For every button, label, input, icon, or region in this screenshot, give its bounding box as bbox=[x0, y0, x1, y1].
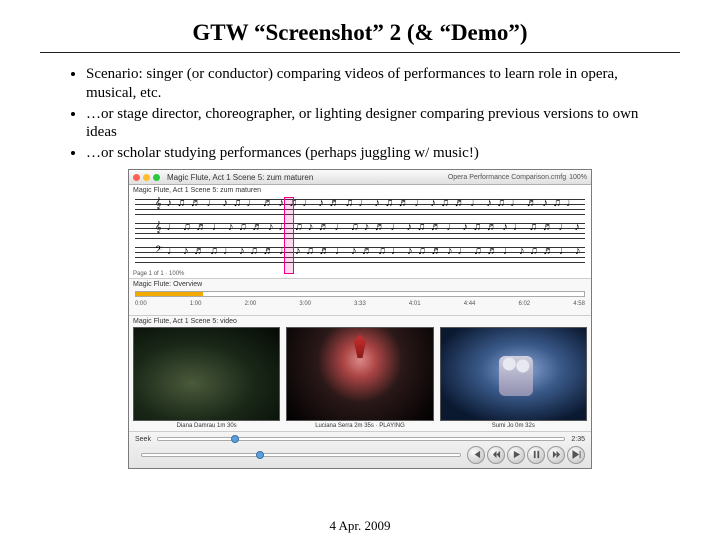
video-thumb[interactable]: Diana Damrau 1m 30s bbox=[133, 327, 280, 430]
seek-slider[interactable] bbox=[157, 437, 565, 441]
rewind-icon bbox=[492, 450, 501, 459]
video-frame bbox=[286, 327, 433, 420]
pause-icon bbox=[532, 450, 541, 459]
music-notes-icon: 𝄞 ♩ ♫ ♬ ♩ ♪ ♫ ♬ ♪ ♩ ♫ ♪ ♬ ♩ ♫ ♪ ♬ ♩ ♪ ♫ … bbox=[155, 221, 581, 245]
rewind-button[interactable] bbox=[487, 446, 505, 464]
tick-label: 3:33 bbox=[354, 301, 366, 311]
overview-panel: Magic Flute: Overview 0:00 1:00 2:00 3:0… bbox=[129, 279, 591, 316]
forward-icon bbox=[552, 450, 561, 459]
seek-time: 2:35 bbox=[571, 436, 585, 443]
score-title: Magic Flute, Act 1 Scene 5: zum maturen bbox=[133, 187, 587, 194]
tick-label: 4:01 bbox=[409, 301, 421, 311]
skip-forward-icon bbox=[572, 450, 581, 459]
window-title: Magic Flute, Act 1 Scene 5: zum maturen bbox=[167, 173, 445, 182]
bullet-item: …or stage director, choreographer, or li… bbox=[86, 105, 680, 143]
score-status: Page 1 of 1 · 100% bbox=[133, 271, 184, 277]
skip-forward-button[interactable] bbox=[567, 446, 585, 464]
video-panel-label: Magic Flute, Act 1 Scene 5: video bbox=[133, 318, 587, 325]
close-icon[interactable] bbox=[133, 174, 140, 181]
video-panel: Magic Flute, Act 1 Scene 5: video Diana … bbox=[129, 316, 591, 431]
video-thumb[interactable]: Luciana Serra 2m 35s · PLAYING bbox=[286, 327, 433, 430]
minimize-icon[interactable] bbox=[143, 174, 150, 181]
video-thumb[interactable]: Sumi Jo 0m 32s bbox=[440, 327, 587, 430]
video-frame bbox=[133, 327, 280, 420]
staff-line: 𝄞 ♩ ♫ ♬ ♩ ♪ ♫ ♬ ♪ ♩ ♫ ♪ ♬ ♩ ♫ ♪ ♬ ♩ ♪ ♫ … bbox=[135, 223, 585, 243]
bullet-list: Scenario: singer (or conductor) comparin… bbox=[40, 65, 680, 163]
transport-controls: Seek 2:35 bbox=[129, 432, 591, 468]
title-rule bbox=[40, 52, 680, 53]
overview-progress[interactable] bbox=[135, 291, 585, 297]
overview-label: Magic Flute: Overview bbox=[133, 281, 587, 288]
music-notes-icon: 𝄢 ♩ ♪ ♬ ♫ ♩ ♪ ♫ ♬ ♩ ♪ ♫ ♬ ♩ ♪ ♬ ♫ ♩ ♪ ♫ … bbox=[155, 245, 581, 269]
seek-slider[interactable] bbox=[141, 453, 461, 457]
overview-progress-fill bbox=[136, 292, 203, 296]
slide-title: GTW “Screenshot” 2 (& “Demo”) bbox=[40, 20, 680, 46]
tick-label: 6:02 bbox=[518, 301, 530, 311]
bullet-item: Scenario: singer (or conductor) comparin… bbox=[86, 65, 680, 103]
video-frame bbox=[440, 327, 587, 420]
video-caption: Diana Damrau 1m 30s bbox=[133, 421, 280, 431]
score-panel: Magic Flute, Act 1 Scene 5: zum maturen … bbox=[129, 185, 591, 279]
video-caption: Luciana Serra 2m 35s · PLAYING bbox=[286, 421, 433, 431]
forward-button[interactable] bbox=[547, 446, 565, 464]
pause-button[interactable] bbox=[527, 446, 545, 464]
skip-back-button[interactable] bbox=[467, 446, 485, 464]
tick-label: 0:00 bbox=[135, 301, 147, 311]
document-badge: Opera Performance Comparison.cmfg bbox=[448, 174, 566, 181]
play-button[interactable] bbox=[507, 446, 525, 464]
tick-label: 4:58 bbox=[573, 301, 585, 311]
window-titlebar: Magic Flute, Act 1 Scene 5: zum maturen … bbox=[129, 170, 591, 186]
zoom-icon[interactable] bbox=[153, 174, 160, 181]
seek-thumb[interactable] bbox=[231, 435, 239, 443]
embedded-app-screenshot: Magic Flute, Act 1 Scene 5: zum maturen … bbox=[128, 169, 592, 469]
tick-label: 3:00 bbox=[299, 301, 311, 311]
tick-label: 2:00 bbox=[245, 301, 257, 311]
score-playhead[interactable] bbox=[284, 197, 294, 274]
seek-thumb[interactable] bbox=[256, 451, 264, 459]
music-notes-icon: 𝄞 ♪ ♫ ♬ ♩ ♪ ♫ ♩ ♬ ♪ ♫ ♩ ♪ ♬ ♫ ♩ ♪ ♫ ♬ ♩ … bbox=[155, 197, 581, 221]
bullet-item: …or scholar studying performances (perha… bbox=[86, 144, 680, 163]
tick-label: 1:00 bbox=[190, 301, 202, 311]
slide-date: 4 Apr. 2009 bbox=[0, 518, 720, 534]
tick-label: 4:44 bbox=[464, 301, 476, 311]
video-caption: Sumi Jo 0m 32s bbox=[440, 421, 587, 431]
staff-line: 𝄞 ♪ ♫ ♬ ♩ ♪ ♫ ♩ ♬ ♪ ♫ ♩ ♪ ♬ ♫ ♩ ♪ ♫ ♬ ♩ … bbox=[135, 199, 585, 219]
play-icon bbox=[512, 450, 521, 459]
staff-line: 𝄢 ♩ ♪ ♬ ♫ ♩ ♪ ♫ ♬ ♩ ♪ ♫ ♬ ♩ ♪ ♬ ♫ ♩ ♪ ♫ … bbox=[135, 247, 585, 267]
seek-label: Seek bbox=[135, 436, 151, 443]
overview-ruler: 0:00 1:00 2:00 3:00 3:33 4:01 4:44 6:02 … bbox=[135, 301, 585, 311]
skip-back-icon bbox=[472, 450, 481, 459]
zoom-level: 100% bbox=[569, 174, 587, 181]
